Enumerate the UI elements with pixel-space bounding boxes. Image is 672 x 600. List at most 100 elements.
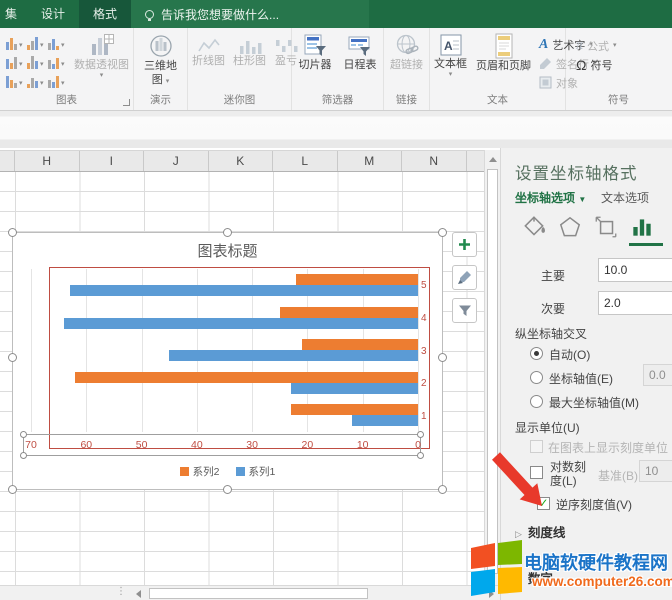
sparkline-line-button[interactable]: 折线图 bbox=[189, 36, 228, 68]
chart-styles-button[interactable] bbox=[452, 265, 477, 290]
bar-系列2-cat2[interactable] bbox=[75, 372, 418, 383]
mini-chart-icon bbox=[35, 61, 38, 69]
mini-chart-icon bbox=[52, 82, 55, 88]
chart-resize-handle[interactable] bbox=[438, 485, 447, 494]
column-header[interactable]: M bbox=[338, 151, 403, 171]
bar-系列2-cat5[interactable] bbox=[296, 274, 418, 285]
chart-type-button[interactable]: ▾ bbox=[25, 52, 46, 71]
sparkline-column-button[interactable]: 柱形图 bbox=[230, 36, 269, 68]
column-header[interactable]: L bbox=[273, 151, 338, 171]
ribbon-tab-design[interactable]: 设计 bbox=[27, 0, 79, 28]
mini-chart-icon bbox=[27, 63, 30, 69]
ribbon-group-charts: ▾▾▾▾▾▾▾▾▾ 数据透视图 ▾ 图表 bbox=[0, 28, 134, 110]
chart-resize-handle[interactable] bbox=[438, 228, 447, 237]
mini-chart-icon bbox=[10, 38, 13, 50]
axis-options-chart-icon[interactable] bbox=[629, 214, 655, 240]
bar-系列2-cat4[interactable] bbox=[280, 307, 418, 318]
column-header[interactable]: K bbox=[209, 151, 274, 171]
slicer-button[interactable]: 切片器 bbox=[296, 31, 335, 72]
formula-bar[interactable] bbox=[0, 111, 672, 148]
pivotchart-button[interactable]: 数据透视图 ▾ bbox=[71, 31, 132, 79]
brush-icon bbox=[457, 270, 472, 285]
chart-filters-button[interactable] bbox=[452, 298, 477, 323]
ribbon-tab-format[interactable]: 格式 bbox=[79, 0, 131, 28]
chart-type-button[interactable]: ▾ bbox=[25, 33, 46, 52]
chart-type-button[interactable]: ▾ bbox=[46, 71, 67, 90]
effects-pentagon-icon[interactable] bbox=[557, 214, 583, 240]
chart-legend[interactable]: 系列2 系列1 bbox=[13, 464, 442, 479]
textbox-button[interactable]: A 文本框 ▾ bbox=[431, 31, 470, 78]
dropdown-arrow-icon: ▾ bbox=[100, 73, 104, 79]
column-header[interactable]: J bbox=[144, 151, 209, 171]
chart-resize-handle[interactable] bbox=[8, 485, 17, 494]
chart-type-button[interactable]: ▾ bbox=[4, 33, 25, 52]
chart-type-button[interactable]: ▾ bbox=[4, 71, 25, 90]
map-3d-button[interactable]: 三维地 图 ▾ bbox=[141, 31, 180, 87]
display-units-label[interactable]: 显示单位(U) bbox=[515, 419, 580, 436]
size-properties-icon[interactable] bbox=[593, 214, 619, 240]
chart-resize-handle[interactable] bbox=[8, 353, 17, 362]
dropdown-arrow-icon: ▾ bbox=[61, 43, 65, 49]
column-header[interactable]: I bbox=[80, 151, 145, 171]
chart-type-button[interactable]: ▾ bbox=[46, 33, 67, 52]
watermark: 电脑软硬件教程网 www.computer26.com bbox=[470, 538, 672, 600]
chart-resize-handle[interactable] bbox=[223, 485, 232, 494]
mini-chart-icon bbox=[52, 39, 55, 50]
horizontal-scroll-thumb[interactable] bbox=[149, 588, 368, 599]
bar-系列1-cat4[interactable] bbox=[64, 318, 418, 329]
column-header[interactable]: H bbox=[15, 151, 80, 171]
dialog-launcher-icon[interactable] bbox=[123, 99, 130, 106]
legend-item[interactable]: 系列2 bbox=[180, 464, 220, 479]
hyperlink-globe-icon bbox=[394, 33, 420, 58]
bar-系列2-cat1[interactable] bbox=[291, 404, 418, 415]
sheet-tab-resize-handle[interactable]: ⋮ bbox=[116, 586, 127, 597]
radio-axis-value[interactable] bbox=[530, 371, 543, 384]
legend-swatch bbox=[236, 467, 245, 476]
tell-me-search[interactable]: 告诉我您想要做什么... bbox=[131, 0, 369, 28]
scroll-up-icon[interactable] bbox=[489, 157, 497, 162]
column-header-partial[interactable] bbox=[467, 151, 485, 171]
tab-text-options[interactable]: 文本选项 bbox=[601, 189, 649, 206]
vertical-scrollbar[interactable] bbox=[484, 150, 500, 585]
mini-chart-icon bbox=[10, 80, 13, 88]
chart-title[interactable]: 图表标题 bbox=[13, 240, 442, 261]
column-header[interactable]: N bbox=[402, 151, 467, 171]
timeline-button[interactable]: 日程表 bbox=[341, 31, 380, 72]
axis-selection-handle[interactable] bbox=[20, 431, 27, 438]
bar-系列1-cat3[interactable] bbox=[169, 350, 418, 361]
major-unit-input[interactable] bbox=[598, 258, 672, 282]
legend-item[interactable]: 系列1 bbox=[236, 464, 276, 479]
header-footer-button[interactable]: 页眉和页脚 bbox=[473, 31, 534, 73]
axis-selection-handle[interactable] bbox=[20, 452, 27, 459]
chart-type-button[interactable]: ▾ bbox=[25, 71, 46, 90]
minor-unit-input[interactable] bbox=[598, 291, 672, 315]
tab-axis-options[interactable]: 坐标轴选项 ▼ bbox=[515, 189, 586, 206]
chart[interactable]: 图表标题 系列2系列1 70605040302010054321 bbox=[12, 232, 443, 490]
plot-area[interactable] bbox=[31, 269, 418, 432]
symbol-button[interactable]: Ω 符号 bbox=[574, 55, 612, 74]
bar-系列1-cat1[interactable] bbox=[352, 415, 418, 426]
chart-resize-handle[interactable] bbox=[223, 228, 232, 237]
equation-button[interactable]: π 公式▾ bbox=[574, 36, 617, 55]
bar-系列1-cat2[interactable] bbox=[291, 383, 418, 394]
horizontal-scrollbar[interactable]: ⋮ bbox=[0, 585, 500, 600]
radio-max-axis-value[interactable] bbox=[530, 395, 543, 408]
chart-resize-handle[interactable] bbox=[8, 228, 17, 237]
chart-type-button[interactable]: ▾ bbox=[46, 52, 67, 71]
ribbon-tab-partial[interactable]: 集 bbox=[0, 0, 27, 28]
dropdown-arrow-icon: ▾ bbox=[166, 78, 170, 85]
bar-系列1-cat5[interactable] bbox=[70, 285, 418, 296]
mini-chart-icon bbox=[48, 43, 51, 50]
x-axis-tick-label: 70 bbox=[25, 439, 37, 451]
dropdown-arrow-icon: ▾ bbox=[40, 62, 44, 68]
row-header-corner[interactable] bbox=[0, 151, 15, 171]
scroll-left-button[interactable] bbox=[130, 588, 146, 599]
fill-bucket-icon[interactable] bbox=[521, 214, 547, 240]
radio-automatic[interactable] bbox=[530, 347, 543, 360]
axis-selection-handle[interactable] bbox=[417, 452, 424, 459]
axis-selection-handle[interactable] bbox=[417, 431, 424, 438]
hyperlink-button[interactable]: 超链接 bbox=[387, 31, 426, 72]
chart-type-button[interactable]: ▾ bbox=[4, 52, 25, 71]
chart-elements-button[interactable] bbox=[452, 232, 477, 257]
bar-系列2-cat3[interactable] bbox=[302, 339, 418, 350]
